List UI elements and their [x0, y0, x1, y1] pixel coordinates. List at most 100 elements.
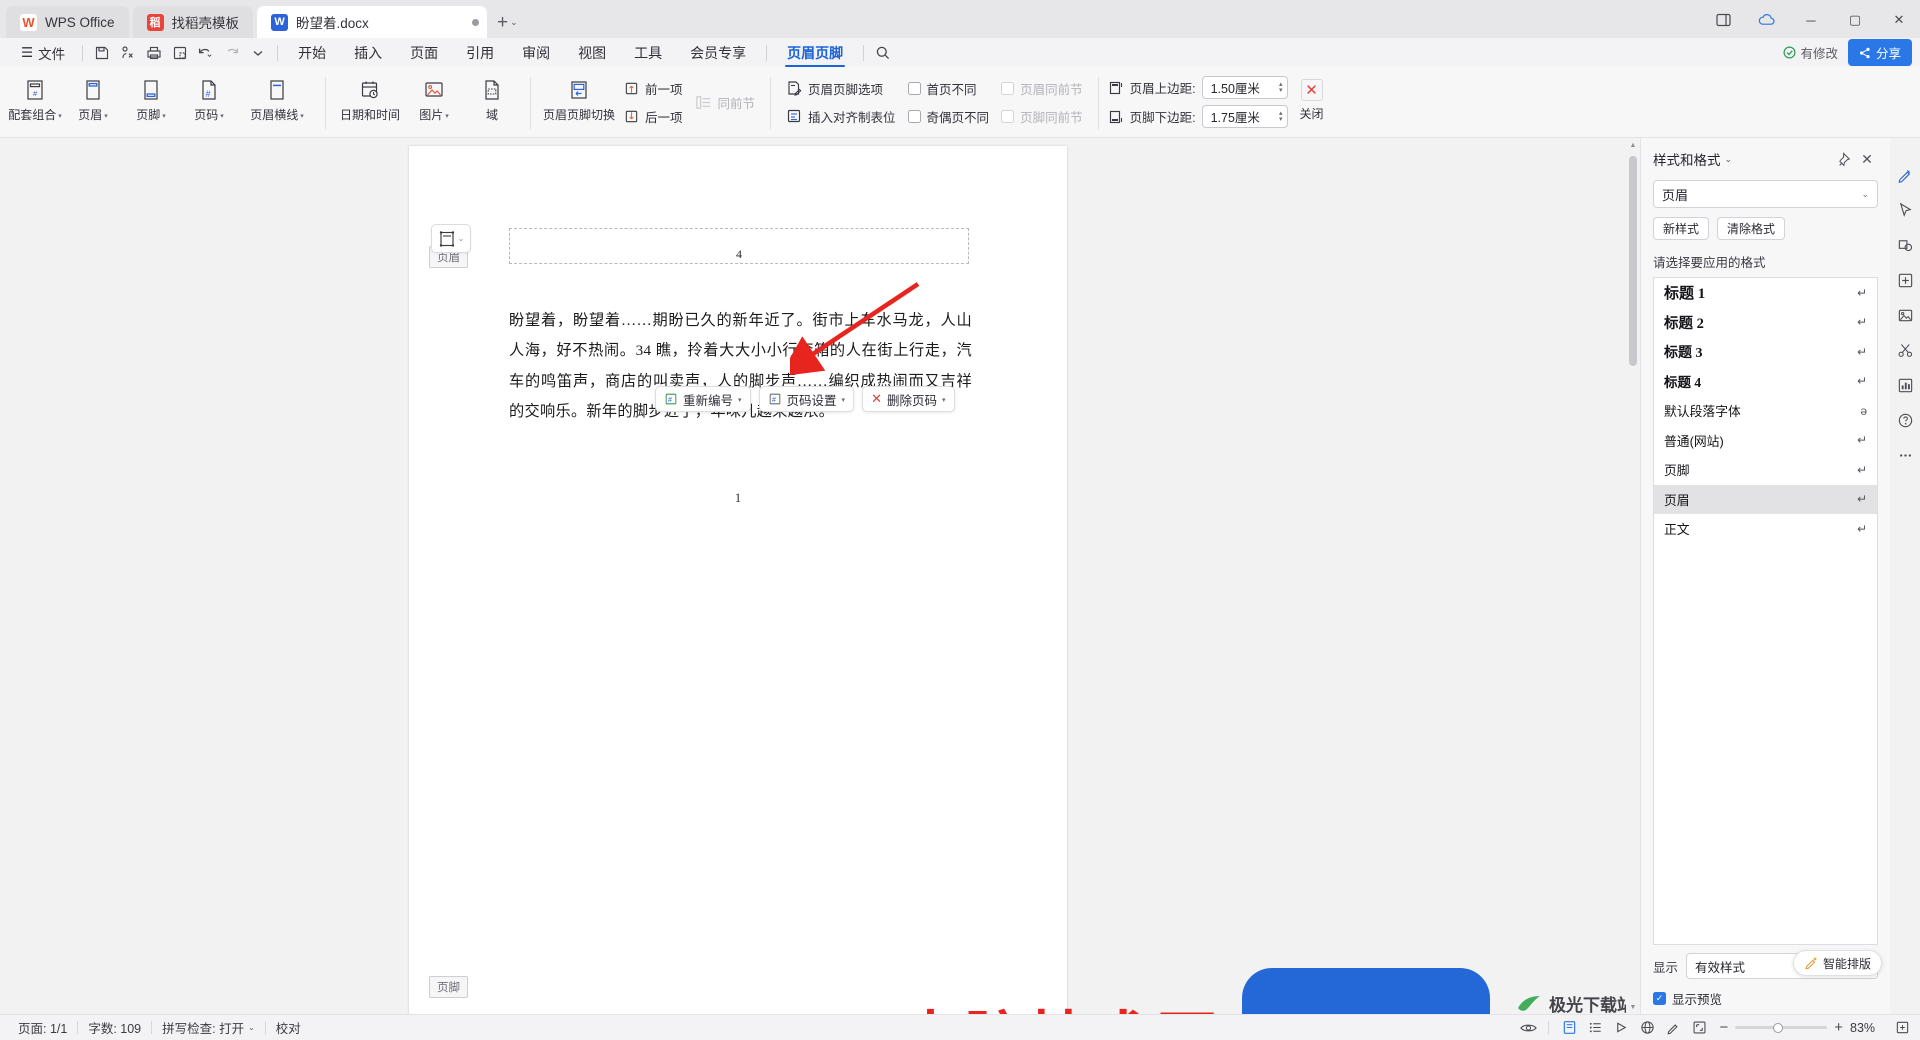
- popup-button-delete-page-number[interactable]: ✕ 删除页码 ▾: [862, 386, 955, 412]
- print-icon[interactable]: [141, 41, 167, 65]
- app-tab-wps-office[interactable]: W WPS Office: [6, 6, 129, 38]
- zoom-in-button[interactable]: +: [1834, 1019, 1843, 1036]
- ribbon-button-close-header-footer[interactable]: ✕ 关闭: [1288, 71, 1336, 122]
- chart-tool-icon[interactable]: [1894, 374, 1916, 396]
- layout-icon[interactable]: [1702, 6, 1744, 34]
- ribbon-checkbox-odd-even-different[interactable]: 奇偶页不同: [902, 103, 996, 129]
- ribbon-tab-tools[interactable]: 工具: [620, 38, 676, 67]
- scissors-icon[interactable]: [1894, 339, 1916, 361]
- ribbon-checkbox-first-page-different[interactable]: 首页不同: [902, 75, 996, 101]
- ribbon-button-combo[interactable]: # 配套组合 ▾: [6, 71, 64, 123]
- minimize-button[interactable]: ─: [1790, 6, 1832, 34]
- pin-icon[interactable]: [1834, 148, 1856, 170]
- current-style-select[interactable]: 页眉 ⌄: [1653, 180, 1878, 208]
- more-commands-icon[interactable]: [245, 41, 271, 65]
- format-painter-icon[interactable]: [167, 41, 193, 65]
- document-page[interactable]: 页眉 ⌄ 4 盼望着，盼望着……期盼已久的新年近了。街市上车水马龙，人山人海，好…: [409, 146, 1067, 1014]
- chevron-down-icon[interactable]: ⌄: [1725, 154, 1733, 165]
- style-list-item-default-paragraph-font[interactable]: 默认段落字体 ə: [1654, 396, 1877, 426]
- ribbon-button-header-rule[interactable]: 页眉横线 ▾: [238, 71, 316, 123]
- zoom-slider[interactable]: [1735, 1022, 1828, 1033]
- print-preview-icon[interactable]: [115, 41, 141, 65]
- help-icon[interactable]: [1894, 409, 1916, 431]
- scrollbar-thumb[interactable]: [1629, 156, 1637, 366]
- document-canvas[interactable]: 页眉 ⌄ 4 盼望着，盼望着……期盼已久的新年近了。街市上车水马龙，人山人海，好…: [0, 138, 1640, 1014]
- panel-title[interactable]: 样式和格式 ⌄: [1653, 149, 1732, 169]
- document-scrollbar[interactable]: ▲ ▼: [1626, 138, 1640, 1014]
- header-settings-button[interactable]: ⌄: [431, 224, 471, 253]
- redo-icon[interactable]: [219, 41, 245, 65]
- web-view-icon[interactable]: [1635, 1017, 1659, 1039]
- search-icon[interactable]: [870, 41, 896, 65]
- zoom-slider-knob[interactable]: [1773, 1022, 1784, 1033]
- insert-object-icon[interactable]: [1894, 269, 1916, 291]
- save-status[interactable]: 有修改: [1783, 43, 1838, 62]
- chevron-down-icon[interactable]: ▾: [738, 396, 742, 404]
- ribbon-tab-page[interactable]: 页面: [396, 38, 452, 67]
- popup-button-renumber[interactable]: # 重新编号 ▾: [655, 386, 751, 412]
- chevron-down-icon[interactable]: ⌄: [1861, 189, 1869, 200]
- style-list[interactable]: 标题 1 ↵ 标题 2 ↵ 标题 3 ↵ 标题 4 ↵ 默认段落字体 ə 普通(…: [1653, 277, 1878, 945]
- app-tab-templates[interactable]: 稻 找稻壳模板: [132, 6, 254, 38]
- scroll-up-button[interactable]: ▲: [1626, 138, 1640, 152]
- ribbon-item-next[interactable]: 后一项: [618, 103, 689, 129]
- status-word-count[interactable]: 字数: 109: [78, 1018, 151, 1037]
- style-list-item-heading-4[interactable]: 标题 4 ↵: [1654, 367, 1877, 397]
- chevron-down-icon[interactable]: ▾: [942, 396, 946, 404]
- clear-format-button[interactable]: 清除格式: [1717, 217, 1786, 240]
- chevron-down-icon[interactable]: ⌄: [248, 1023, 255, 1032]
- ribbon-button-picture[interactable]: 图片 ▾: [405, 71, 463, 123]
- shape-icon[interactable]: [1894, 234, 1916, 256]
- ribbon-item-header-footer-options[interactable]: 页眉页脚选项: [780, 75, 902, 101]
- header-page-number-field[interactable]: 4: [736, 247, 742, 262]
- ribbon-button-header[interactable]: 页眉 ▾: [64, 71, 122, 123]
- page-view-icon[interactable]: [1557, 1017, 1581, 1039]
- scroll-down-button[interactable]: ▼: [1626, 1000, 1640, 1014]
- eye-icon[interactable]: [1516, 1017, 1540, 1039]
- new-tab-button[interactable]: + ⌄: [491, 6, 524, 38]
- new-style-button[interactable]: 新样式: [1653, 217, 1710, 240]
- status-proofread[interactable]: 校对: [266, 1018, 311, 1037]
- style-list-item-heading-1[interactable]: 标题 1 ↵: [1654, 278, 1877, 308]
- pen-icon[interactable]: [1661, 1017, 1685, 1039]
- popup-button-page-number-settings[interactable]: # 页码设置 ▾: [758, 386, 855, 412]
- file-menu-button[interactable]: ☰ 文件: [10, 38, 76, 67]
- ribbon-tab-view[interactable]: 视图: [564, 38, 620, 67]
- footer-bottom-margin-input[interactable]: 1.75厘米 ▴ ▾: [1201, 105, 1288, 128]
- status-spellcheck[interactable]: 拼写检查: 打开 ⌄: [152, 1018, 265, 1037]
- ribbon-tab-reference[interactable]: 引用: [452, 38, 508, 67]
- style-list-item-normal-web[interactable]: 普通(网站) ↵: [1654, 426, 1877, 456]
- ribbon-button-switch-header-footer[interactable]: 页眉页脚切换: [540, 71, 618, 123]
- style-list-item-heading-2[interactable]: 标题 2 ↵: [1654, 308, 1877, 338]
- ribbon-button-footer[interactable]: 页脚 ▾: [122, 71, 180, 123]
- spinner-arrows[interactable]: ▴ ▾: [1279, 81, 1283, 94]
- style-list-item-body[interactable]: 正文 ↵: [1654, 514, 1877, 544]
- ribbon-tab-member[interactable]: 会员专享: [676, 38, 760, 67]
- ribbon-tab-review[interactable]: 审阅: [508, 38, 564, 67]
- cursor-select-icon[interactable]: [1894, 199, 1916, 221]
- ribbon-tab-insert[interactable]: 插入: [340, 38, 396, 67]
- style-list-item-footer[interactable]: 页脚 ↵: [1654, 455, 1877, 485]
- ribbon-tab-start[interactable]: 开始: [284, 38, 340, 67]
- spinner-arrows[interactable]: ▴ ▾: [1279, 110, 1283, 123]
- ribbon-button-date-time[interactable]: 日期和时间: [335, 71, 405, 123]
- save-icon[interactable]: [89, 41, 115, 65]
- document-tab-active[interactable]: W 盼望着.docx: [257, 6, 488, 38]
- outline-view-icon[interactable]: [1583, 1017, 1607, 1039]
- chevron-down-icon[interactable]: ⌄: [458, 234, 465, 243]
- header-top-margin-input[interactable]: 1.50厘米 ▴ ▾: [1201, 76, 1288, 99]
- ribbon-tab-header-footer[interactable]: 页眉页脚: [773, 38, 857, 67]
- close-icon[interactable]: ✕: [1856, 148, 1878, 170]
- zoom-out-button[interactable]: −: [1719, 1019, 1728, 1036]
- close-button[interactable]: ✕: [1878, 6, 1920, 34]
- share-button[interactable]: 分享: [1847, 39, 1912, 66]
- maximize-button[interactable]: ▢: [1834, 6, 1876, 34]
- ribbon-item-previous[interactable]: 前一项: [618, 75, 689, 101]
- chevron-down-icon[interactable]: ▾: [842, 396, 846, 404]
- zoom-control[interactable]: − + 83%: [1713, 1019, 1888, 1036]
- style-list-item-heading-3[interactable]: 标题 3 ↵: [1654, 337, 1877, 367]
- style-list-item-header[interactable]: 页眉 ↵: [1654, 484, 1877, 514]
- zoom-level-label[interactable]: 83%: [1850, 1021, 1882, 1035]
- ribbon-item-insert-align-tab[interactable]: 插入对齐制表位: [780, 103, 902, 129]
- picture-tool-icon[interactable]: [1894, 304, 1916, 326]
